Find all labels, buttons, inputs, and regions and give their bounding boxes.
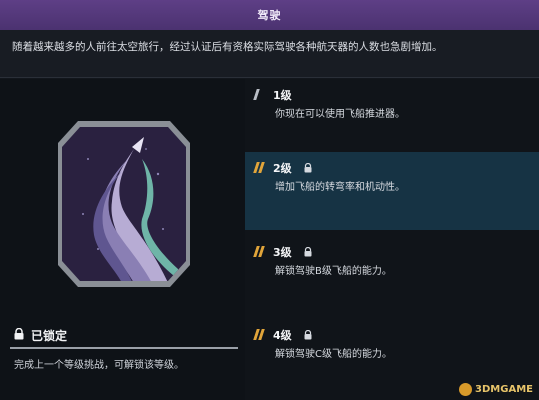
skill-title-bar: 驾驶 — [0, 0, 539, 30]
level-bars-icon — [253, 246, 267, 257]
lock-icon — [304, 246, 312, 257]
lock-status-label: 已锁定 — [31, 329, 68, 343]
level-description: 解锁驾驶C级飞船的能力。 — [275, 349, 392, 360]
lock-icon — [14, 327, 24, 343]
level-description: 解锁驾驶B级飞船的能力。 — [275, 266, 392, 277]
levels-list: 1级 你现在可以使用飞船推进器。 2级 增加飞船的转弯率和机动性。 3级 解锁驾… — [245, 79, 539, 400]
status-divider — [10, 347, 238, 349]
skill-title: 驾驶 — [257, 9, 282, 22]
level-item-2[interactable]: 2级 增加飞船的转弯率和机动性。 — [245, 152, 539, 230]
level-description: 增加飞船的转弯率和机动性。 — [275, 182, 405, 193]
watermark: 3DMGAME — [459, 383, 533, 396]
unlock-hint: 完成上一个等级挑战，可解锁该等级。 — [14, 360, 184, 371]
level-bars-icon — [253, 162, 267, 173]
level-title: 2级 — [273, 161, 292, 175]
lock-icon — [304, 162, 312, 173]
level-title: 4级 — [273, 328, 292, 342]
skill-description: 随着越来越多的人前往太空旅行，经过认证后有资格实际驾驶各种航天器的人数也急剧增加… — [0, 30, 539, 78]
watermark-text: 3DMGAME — [475, 384, 533, 395]
level-title: 3级 — [273, 245, 292, 259]
level-item-1[interactable]: 1级 你现在可以使用飞船推进器。 — [245, 79, 539, 157]
rocket-badge-icon — [58, 119, 190, 289]
lock-icon — [304, 329, 312, 340]
level-description: 你现在可以使用飞船推进器。 — [275, 109, 405, 120]
skill-badge-panel: 已锁定 完成上一个等级挑战，可解锁该等级。 — [0, 79, 245, 400]
level-bars-icon — [253, 89, 267, 100]
level-title: 1级 — [273, 88, 292, 102]
level-item-3[interactable]: 3级 解锁驾驶B级飞船的能力。 — [245, 236, 539, 314]
watermark-logo-icon — [459, 383, 473, 396]
lock-status: 已锁定 — [14, 327, 67, 344]
level-bars-icon — [253, 329, 267, 340]
